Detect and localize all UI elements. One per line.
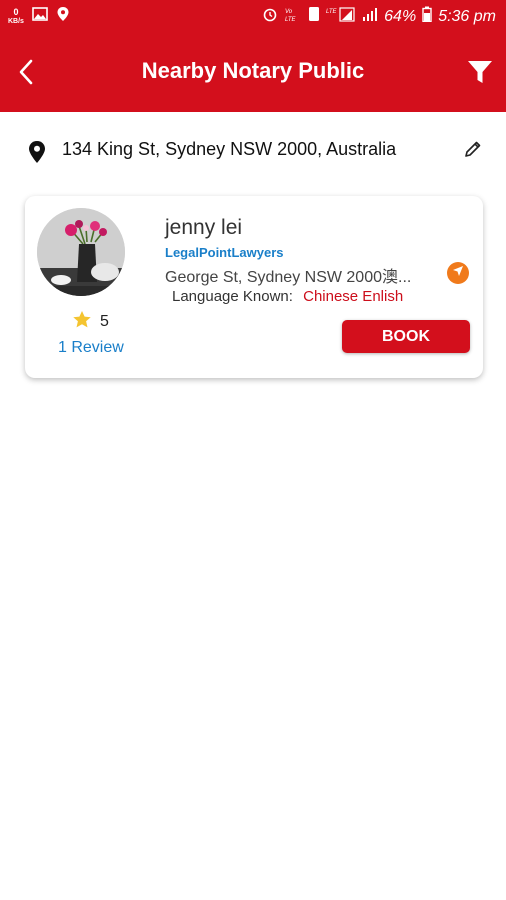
reviews-link[interactable]: 1 Review	[58, 339, 124, 357]
signal-icon	[362, 6, 378, 27]
languages-row: Language Known: Chinese Enlish	[172, 288, 403, 305]
language-value: Chinese Enlish	[303, 288, 404, 305]
avatar	[37, 208, 125, 296]
status-right: Vo LTE LTE 64% 5:36 pm	[262, 6, 496, 27]
rating-value: 5	[100, 313, 109, 330]
svg-text:LTE: LTE	[285, 17, 297, 22]
language-label: Language Known:	[172, 288, 293, 305]
image-icon	[32, 7, 48, 26]
clock: 5:36 pm	[438, 7, 496, 25]
battery-percent: 64%	[384, 7, 417, 25]
status-bar: 0 KB/s Vo LTE LTE 64% 5:36 pm	[0, 0, 506, 34]
location-pin-icon	[56, 6, 70, 27]
notary-card[interactable]: 5 1 Review jenny lei LegalPointLawyers G…	[25, 196, 483, 378]
lte-signal-icon: LTE	[326, 6, 356, 27]
filter-icon	[467, 59, 493, 90]
current-location-address: 134 King St, Sydney NSW 2000, Australia	[62, 139, 397, 159]
sim-icon	[308, 6, 320, 27]
notary-address: George St, Sydney NSW 2000澳...	[165, 269, 412, 286]
location-bar: 134 King St, Sydney NSW 2000, Australia	[0, 112, 506, 184]
network-speed: 0 KB/s	[8, 6, 24, 26]
svg-text:LTE: LTE	[326, 9, 338, 15]
status-left: 0 KB/s	[8, 6, 70, 27]
pencil-icon	[464, 141, 482, 162]
map-pin-icon	[27, 140, 47, 169]
filter-button[interactable]	[464, 58, 496, 90]
star-icon	[72, 310, 92, 334]
volte-icon: Vo LTE	[284, 6, 302, 27]
svg-text:Vo: Vo	[285, 9, 293, 15]
navigation-arrow-icon	[452, 264, 464, 282]
notary-name: jenny lei	[165, 216, 243, 239]
page-title: Nearby Notary Public	[141, 58, 365, 83]
net-speed-value: 0	[13, 6, 19, 17]
edit-location-button[interactable]	[464, 140, 482, 163]
rating: 5	[72, 310, 109, 334]
alarm-icon	[262, 6, 278, 27]
company-name: LegalPointLawyers	[165, 245, 284, 260]
navigate-button[interactable]	[447, 262, 469, 284]
book-button[interactable]: BOOK	[342, 320, 470, 353]
flower-vase-photo-icon	[37, 208, 125, 296]
net-speed-unit: KB/s	[8, 17, 24, 25]
battery-icon	[422, 6, 432, 27]
app-bar: Nearby Notary Public	[0, 34, 506, 112]
